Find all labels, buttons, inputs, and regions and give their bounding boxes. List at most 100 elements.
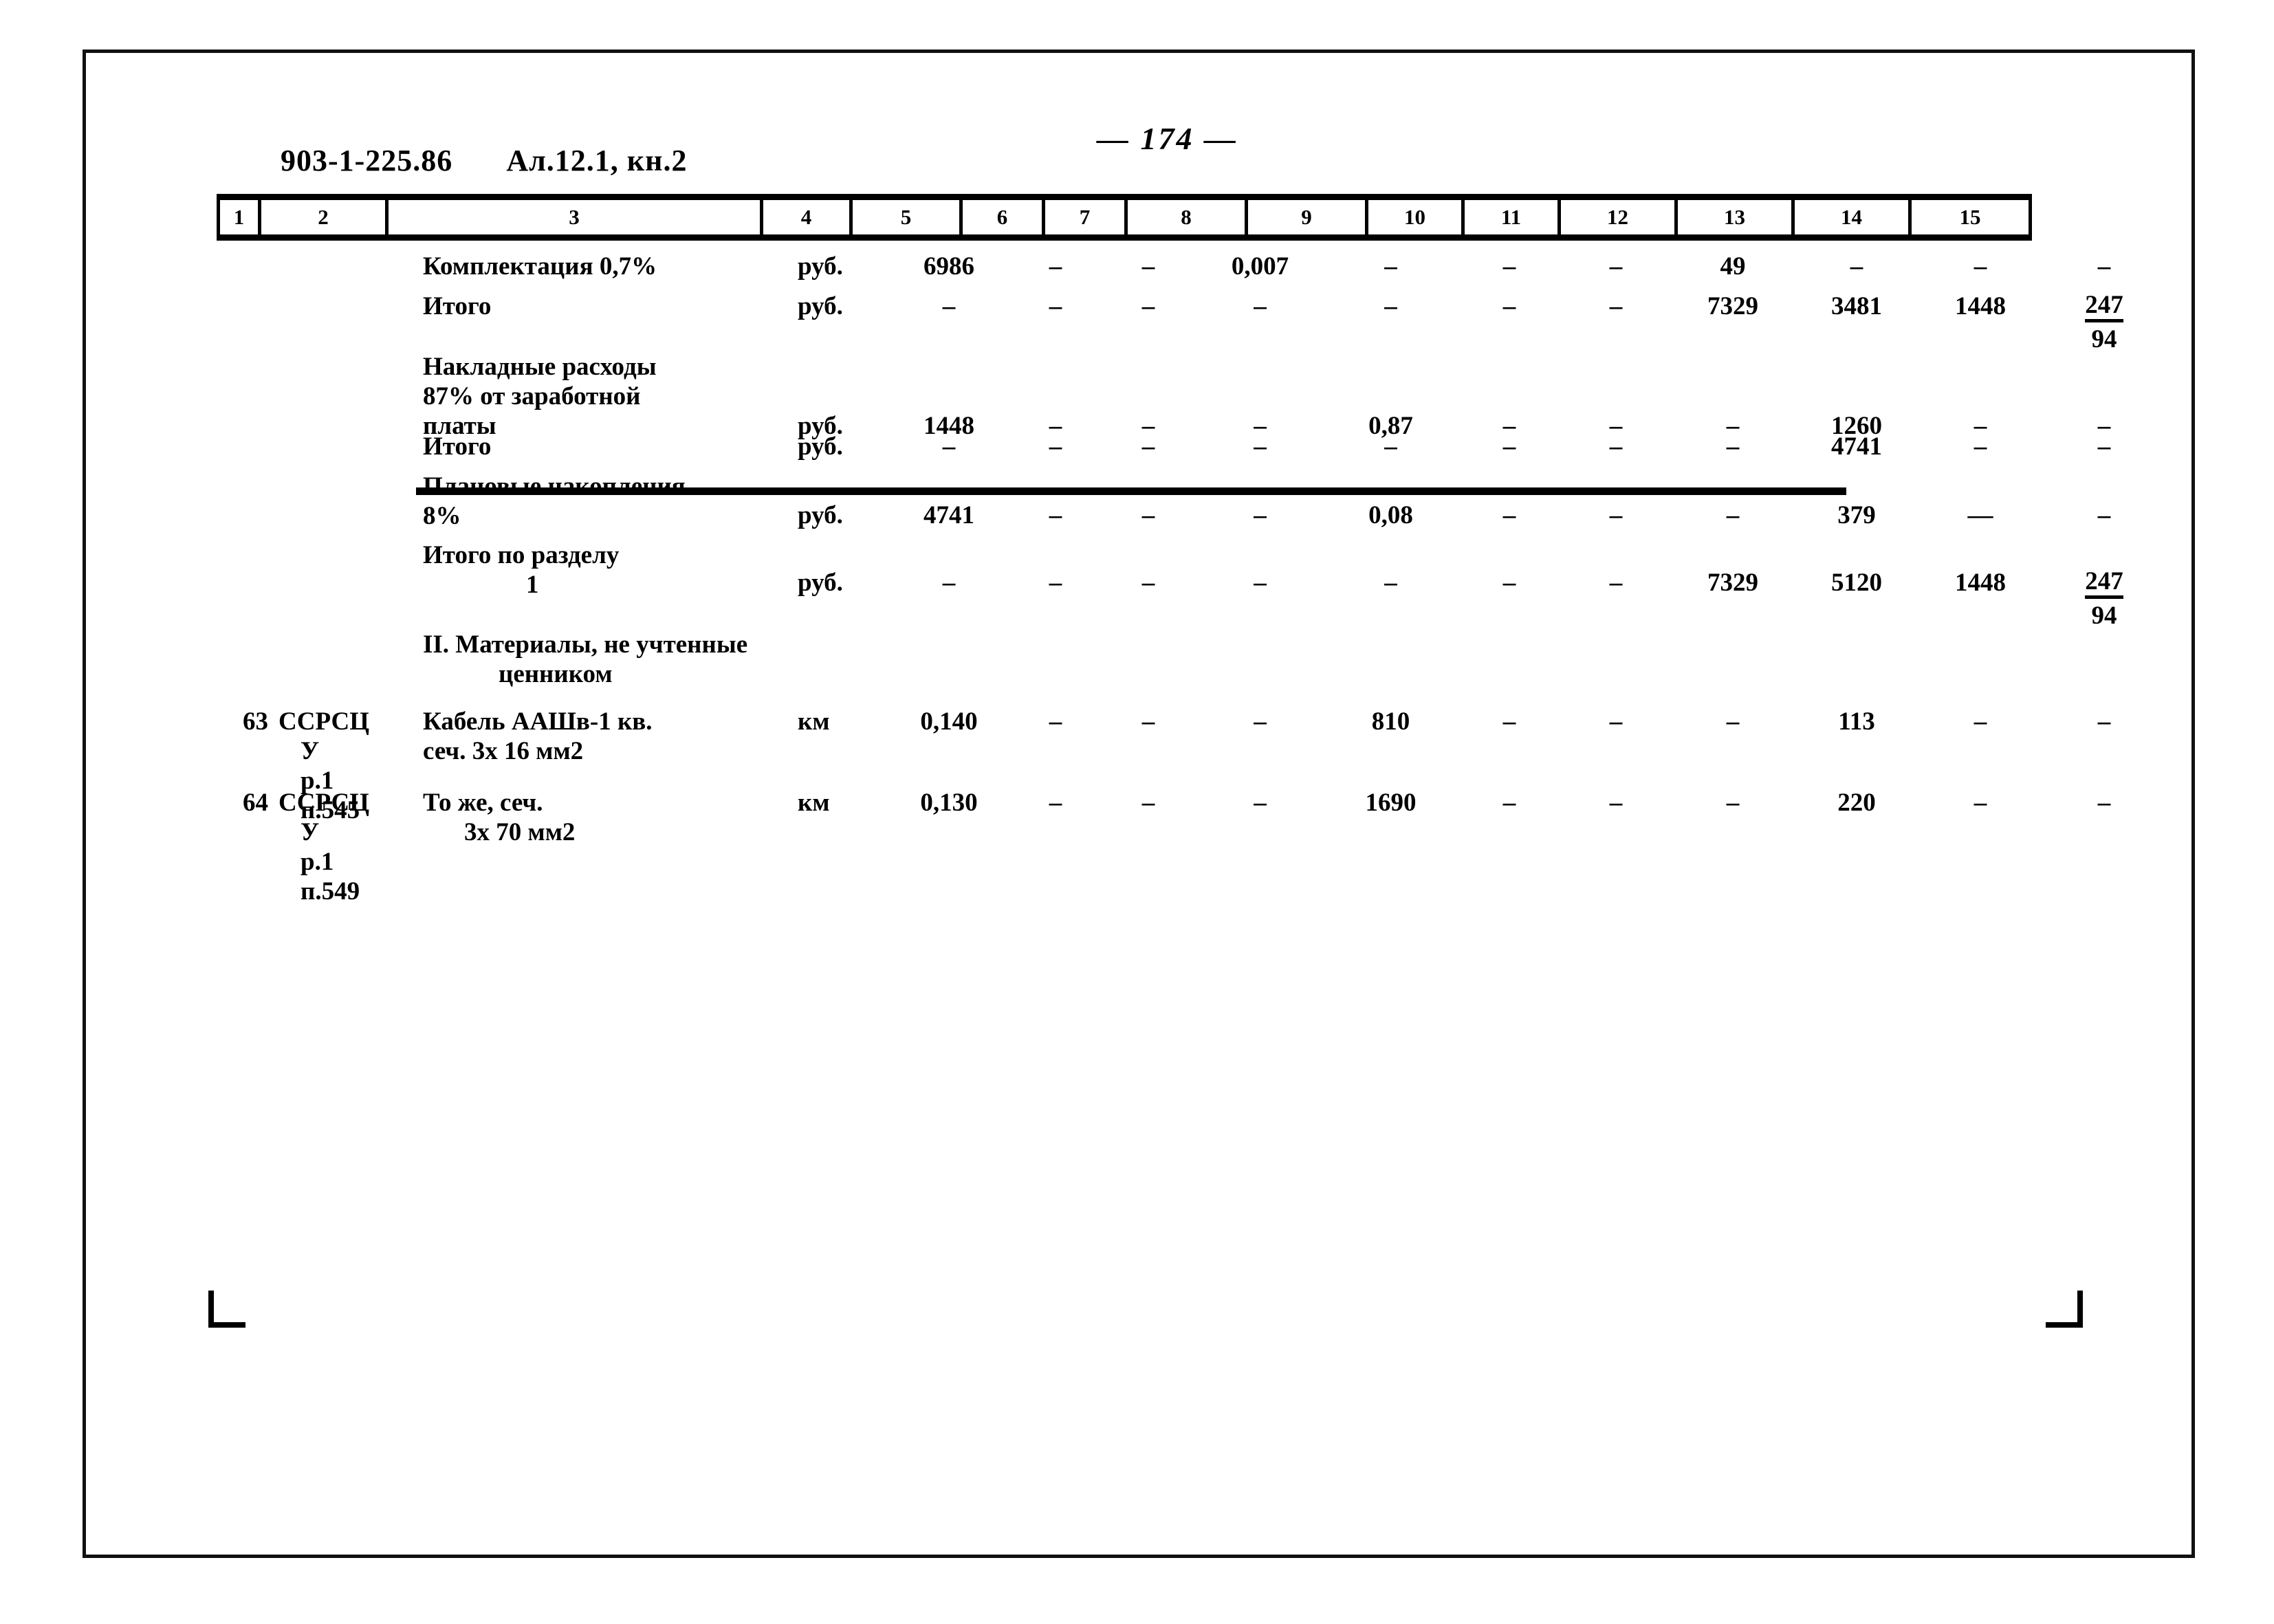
page-frame: 903-1-225.86 Ал.12.1, кн.2 — 174 — 123456…	[83, 50, 2195, 1558]
row-63-c4: км	[798, 707, 830, 736]
column-header-3: 3	[389, 200, 763, 234]
table-column-header: 1 2 3 4 5 6 7 8 9 10 11 12 13 14 15	[217, 194, 2032, 241]
row-itogo-1-c15-numerator: 247	[2085, 292, 2123, 322]
row-komplektaciya-c8: 0,007	[1231, 252, 1289, 281]
row-planovye-nakopleniya-c13: 379	[1837, 501, 1876, 529]
column-header-14: 14	[1795, 200, 1912, 234]
row-63-c1: 63	[243, 707, 268, 736]
column-header-12: 12	[1561, 200, 1678, 234]
row-planovye-nakopleniya-c4: руб.	[798, 501, 843, 529]
row-64-c14: –	[1974, 789, 1987, 817]
column-header-1: 1	[220, 200, 261, 234]
row-64-c3-line-2: 3х 70 мм2	[464, 818, 576, 846]
row-section-heading-2-c3: II. Материалы, не учтенные ценником	[423, 630, 798, 690]
row-itogo-2-c7: –	[1141, 432, 1155, 461]
row-64-c7: –	[1141, 789, 1155, 817]
row-itogo-1-c9: –	[1384, 292, 1397, 320]
row-section-heading-2-c3-line-1: II. Материалы, не учтенные	[423, 630, 748, 659]
row-itogo-po-razdelu-c13: 5120	[1831, 569, 1882, 597]
row-planovye-nakopleniya-c10: –	[1502, 501, 1516, 529]
row-komplektaciya-c7: –	[1141, 252, 1155, 281]
row-63-c3: Кабель ААШв-1 кв. сеч. 3х 16 мм2	[423, 707, 798, 767]
row-64-c10: –	[1502, 789, 1516, 817]
row-itogo-po-razdelu-c14: 1448	[1955, 569, 2006, 597]
row-itogo-1-c8: –	[1254, 292, 1267, 320]
row-komplektaciya-c13: –	[1850, 252, 1863, 281]
row-planovye-nakopleniya-c6: –	[1049, 501, 1062, 529]
row-itogo-2-c9: –	[1384, 432, 1397, 461]
row-planovye-nakopleniya-c11: –	[1609, 501, 1623, 529]
row-itogo-2-c3: Итого	[423, 432, 492, 461]
row-komplektaciya-c12: 49	[1720, 252, 1746, 281]
row-komplektaciya-c11: –	[1609, 252, 1623, 281]
row-63-c15: –	[2097, 707, 2111, 736]
row-itogo-1-c3: Итого	[423, 292, 492, 320]
document-album: Ал.12.1, кн.2	[506, 144, 688, 177]
row-nakladnye-rashody-c3: Накладные расходы 87% от заработной платы	[423, 353, 798, 441]
row-64-c3-line-1: То же, сеч.	[423, 789, 543, 817]
row-itogo-1-c5: –	[942, 292, 956, 320]
row-64-c12: –	[1726, 789, 1740, 817]
row-itogo-po-razdelu-c6: –	[1049, 569, 1062, 597]
row-itogo-2-c11: –	[1609, 432, 1623, 461]
row-itogo-po-razdelu-c4: руб.	[798, 569, 843, 597]
row-63-c8: –	[1254, 707, 1267, 736]
row-itogo-po-razdelu-c15-numerator: 247	[2085, 569, 2123, 599]
column-header-5: 5	[853, 200, 963, 234]
row-komplektaciya-c3: Комплектация 0,7%	[423, 252, 657, 281]
crop-mark-bottom-left	[208, 1291, 245, 1328]
document-code: 903-1-225.86	[281, 144, 453, 177]
row-64-c13: 220	[1837, 789, 1876, 817]
column-header-8: 8	[1128, 200, 1248, 234]
row-itogo-po-razdelu-c8: –	[1254, 569, 1267, 597]
row-64-c9: 1690	[1365, 789, 1417, 817]
row-itogo-po-razdelu-c3: Итого по разделу 1	[423, 541, 798, 600]
row-63-c14: –	[1974, 707, 1987, 736]
column-header-10: 10	[1368, 200, 1465, 234]
row-planovye-nakopleniya-c9: 0,08	[1368, 501, 1413, 529]
column-header-9: 9	[1248, 200, 1368, 234]
row-nakladnye-rashody-c3-line-1: Накладные расходы	[423, 353, 657, 381]
row-itogo-po-razdelu-c7: –	[1141, 569, 1155, 597]
column-header-15: 15	[1959, 205, 1981, 229]
row-itogo-2-c5: –	[942, 432, 956, 461]
row-komplektaciya-c14: –	[1974, 252, 1987, 281]
row-63-c7: –	[1141, 707, 1155, 736]
table-body: Комплектация 0,7% руб. 6986 – – 0,007 – – – 49 – – –…	[217, 245, 2180, 1318]
row-section-heading-2-c3-line-2: ценником	[499, 659, 613, 688]
row-komplektaciya-c6: –	[1049, 252, 1062, 281]
page-number: — 174 —	[1097, 121, 1238, 156]
row-63-c2-line-1: ССРСЦ	[278, 707, 369, 736]
row-komplektaciya-c10: –	[1502, 252, 1516, 281]
row-64-c1: 64	[243, 789, 268, 817]
row-itogo-2-c12: –	[1726, 432, 1740, 461]
row-itogo-2-c8: –	[1254, 432, 1267, 461]
row-63-c10: –	[1502, 707, 1516, 736]
column-header-6: 6	[963, 200, 1045, 234]
row-63-c3-line-1: Кабель ААШв-1 кв.	[423, 707, 653, 736]
row-planovye-nakopleniya-c15: –	[2097, 501, 2111, 529]
column-header-7: 7	[1045, 200, 1128, 234]
row-itogo-po-razdelu-c3-line-2: 1	[526, 570, 539, 599]
row-itogo-1-c14: 1448	[1955, 292, 2006, 320]
row-63-c11: –	[1609, 707, 1623, 736]
row-planovye-nakopleniya-c12: –	[1726, 501, 1740, 529]
row-63-c6: –	[1049, 707, 1062, 736]
row-planovye-nakopleniya-c14: —	[1967, 501, 1993, 529]
row-komplektaciya-c15: –	[2097, 252, 2111, 281]
row-itogo-2-c15: –	[2097, 432, 2111, 461]
row-komplektaciya-c4: руб.	[798, 252, 843, 281]
column-header-11: 11	[1465, 200, 1561, 234]
row-itogo-po-razdelu-c15: 247 94	[2046, 569, 2163, 631]
row-itogo-2-c10: –	[1502, 432, 1516, 461]
row-itogo-1-c15-denominator: 94	[2091, 325, 2117, 353]
row-itogo-1-c13: 3481	[1831, 292, 1882, 320]
row-64-c4: км	[798, 789, 830, 817]
row-64-c3: То же, сеч. 3х 70 мм2	[423, 789, 798, 848]
row-64-c2-line-2: У	[300, 818, 320, 846]
row-itogo-1-c4: руб.	[798, 292, 843, 320]
row-itogo-po-razdelu-c5: –	[942, 569, 956, 597]
row-64-c8: –	[1254, 789, 1267, 817]
row-itogo-1-c15-fraction: 247 94	[2085, 292, 2123, 352]
row-itogo-po-razdelu-c15-denominator: 94	[2091, 602, 2117, 630]
